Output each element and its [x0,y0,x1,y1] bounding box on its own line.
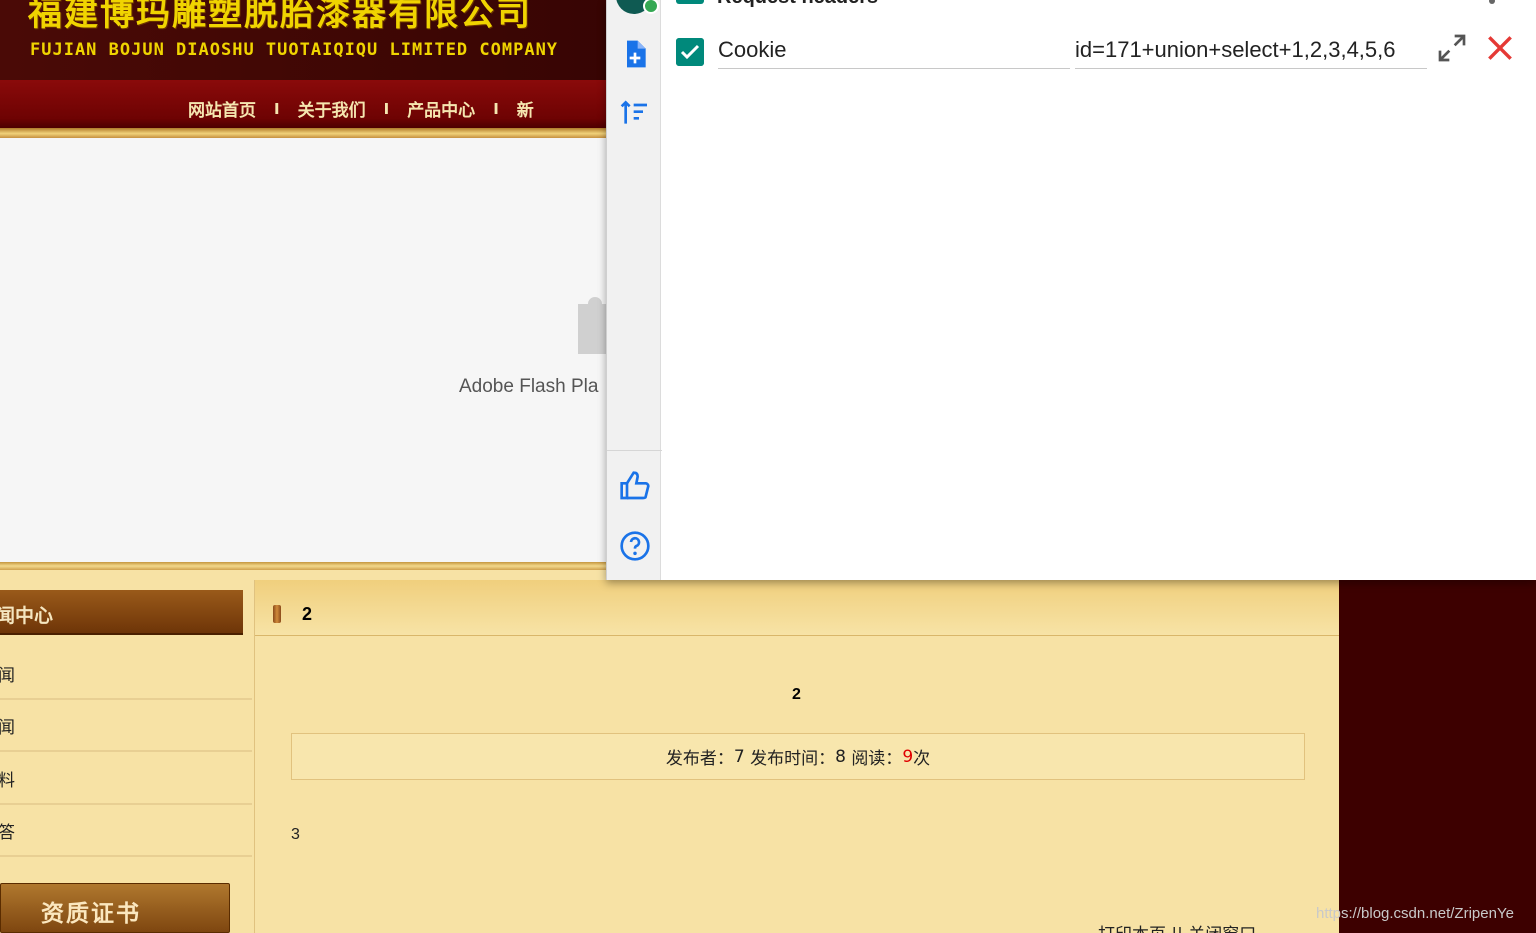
read-unit: 次 [913,749,931,769]
sidebar-divider [607,450,662,451]
content-gold-band [0,562,620,570]
popup-main: Request headers [661,0,1536,580]
content-heading: 2 [302,604,313,624]
section-title: Request headers [717,0,878,9]
title-marker-icon [273,605,281,623]
popup-sidebar [606,0,662,580]
watermark: https://blog.csdn.net/ZripenYe [1316,905,1514,922]
sidebar-header-label: 闻中心 [0,605,54,627]
nav-item-home[interactable]: 网站首页 [188,96,256,121]
sidebar-item-news-1[interactable]: 闻 [0,648,252,700]
sidebar-item-materials[interactable]: 料 [0,753,252,805]
sidebar-item-news-2[interactable]: 闻 [0,700,252,752]
sidebar-item-label: 料 [0,771,15,791]
nav-item-news[interactable]: 新 [517,96,534,121]
certificates-button-label: 资质证书 [41,901,141,927]
nav-separator: I [274,99,280,118]
sort-icon[interactable] [619,97,651,129]
time-value: 8 [835,746,846,767]
sidebar-item-label: 答 [0,823,15,843]
article-meta: 发布者： 7 发布时间： 8 阅读： 9 次 [291,733,1305,780]
read-count: 9 [902,746,914,767]
sidebar-item-label: 闻 [0,718,15,738]
sidebar-header: 闻中心 [0,590,243,635]
site-subtitle: FUJIAN BOJUN DIAOSHU TUOTAIQIQU LIMITED … [30,40,559,60]
print-close-links[interactable]: 打印本页 || 关闭窗口 [1098,920,1256,933]
thumbs-up-icon[interactable] [619,470,651,502]
nav-item-products[interactable]: 产品中心 [407,96,475,121]
right-margin [1339,580,1536,933]
nav-separator: I [383,99,390,118]
check-icon [643,0,659,14]
nav-separator: I [493,99,499,118]
header-name-input[interactable] [718,32,1070,69]
time-label: 发布时间： [750,749,836,769]
nav-item-about[interactable]: 关于我们 [298,96,366,121]
section-checkbox[interactable] [676,0,704,4]
read-label: 阅读： [851,749,903,769]
file-plus-icon[interactable] [619,38,651,70]
author-value: 7 [733,746,745,767]
modheader-popup: Request headers [606,0,1536,580]
flash-placeholder[interactable] [0,138,607,562]
author-label: 发布者： [665,749,734,769]
more-menu-icon[interactable] [1489,0,1495,4]
article-body: 3 [291,826,300,843]
header-enabled-checkbox[interactable] [676,38,704,66]
help-circle-icon[interactable] [619,530,651,562]
header-gold-band [0,128,620,138]
close-icon[interactable] [1484,32,1516,64]
header-value-input[interactable] [1075,32,1427,69]
certificates-button[interactable]: 资质证书 [0,883,230,933]
content-title-bar [255,580,1339,636]
expand-icon[interactable] [1436,32,1468,64]
article-title: 2 [792,686,801,703]
site-title: 福建博玛雕塑脱胎漆器有限公司 [28,0,532,34]
sidebar-item-faq[interactable]: 答 [0,805,252,857]
sidebar-item-label: 闻 [0,666,15,686]
flash-plugin-text: Adobe Flash Pla [459,376,599,397]
